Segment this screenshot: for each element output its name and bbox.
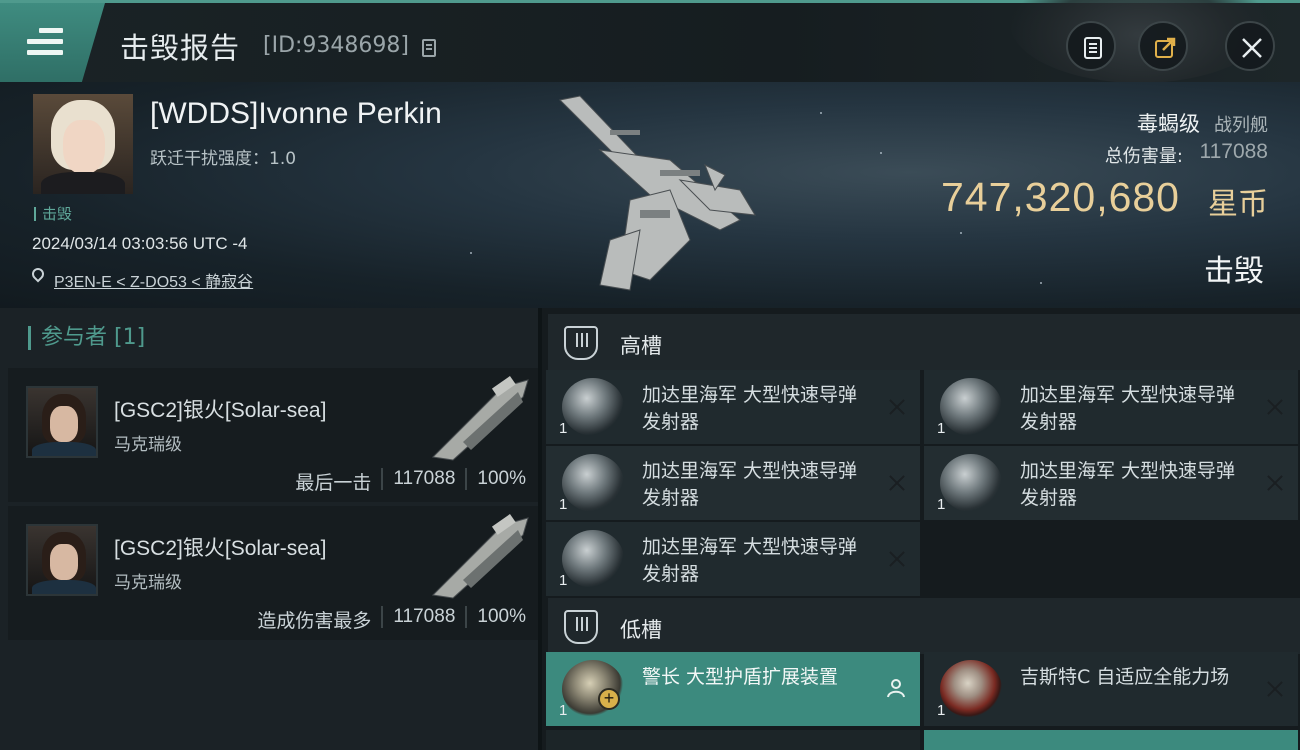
high-slot-icon — [564, 326, 598, 360]
module-item[interactable]: 1 加达里海军 大型快速导弹发射器 — [546, 370, 920, 444]
attacker-name: [GSC2]银火[Solar-sea] — [114, 399, 327, 422]
attacker-percent: 100% — [477, 468, 526, 489]
destroyed-x-icon — [888, 398, 906, 416]
plus-badge-icon: + — [598, 688, 620, 710]
victim-ship-image[interactable] — [540, 90, 780, 300]
isk-unit: 星币 — [1208, 187, 1268, 222]
attacker-ship-image — [431, 376, 529, 461]
participants-panel: 参与者 [1] [GSC2]银火[Solar-sea] 马克瑞级 最后一击 11… — [0, 308, 542, 750]
warp-disruption-strength: 跃迁干扰强度：1.0 — [150, 149, 297, 169]
module-item[interactable]: 1 加达里海军 大型快速导弹发射器 — [924, 446, 1298, 520]
attacker-ship: 马克瑞级 — [114, 573, 182, 593]
module-item[interactable]: 1 加达里海军 大型快速导弹发射器 — [924, 370, 1298, 444]
adaptive-invulnerability-field-icon — [940, 660, 1002, 718]
attacker-ship: 马克瑞级 — [114, 435, 182, 455]
attacker-stats: 造成伤害最多 117088 100% — [257, 606, 526, 633]
kill-result: 击毁 — [1204, 254, 1264, 289]
module-item[interactable]: 1 加达里海军 大型快速导弹发射器 — [546, 522, 920, 596]
high-slot-header: 高槽 — [548, 314, 1300, 370]
module-name: 加达里海军 大型快速导弹发射器 — [1020, 384, 1236, 433]
clipboard-button[interactable] — [1066, 21, 1116, 71]
share-icon — [1155, 37, 1176, 58]
attacker-ship-image — [431, 514, 529, 599]
module-quantity: 1 — [937, 702, 946, 719]
low-slot-header: 低槽 — [548, 598, 1300, 654]
location-pin-icon — [29, 265, 47, 283]
missile-launcher-icon — [940, 454, 1002, 512]
attacker-damage: 117088 — [393, 468, 456, 489]
missile-launcher-icon — [562, 454, 624, 512]
module-item-partial[interactable] — [546, 730, 920, 750]
isk-value: 747,320,680 — [940, 174, 1180, 220]
report-id: [ID:9348698] — [263, 33, 409, 58]
destroyed-x-icon — [888, 550, 906, 568]
ship-class: 毒蝎级 — [1137, 112, 1200, 136]
module-quantity: 1 — [559, 420, 568, 437]
location-link[interactable]: P3EN-E < Z-DO53 < 静寂谷 — [54, 268, 253, 292]
menu-button[interactable] — [0, 3, 105, 82]
share-button[interactable] — [1138, 21, 1188, 71]
module-item[interactable]: 1 加达里海军 大型快速导弹发射器 — [546, 446, 920, 520]
module-item[interactable]: + 1 警长 大型护盾扩展装置 — [546, 652, 920, 726]
module-item-partial[interactable] — [924, 730, 1298, 750]
ship-type: 战列舰 — [1214, 115, 1268, 136]
destroyed-x-icon — [1266, 474, 1284, 492]
participants-header: 参与者 [1] — [28, 326, 145, 350]
module-quantity: 1 — [559, 496, 568, 513]
attacker-avatar[interactable] — [26, 524, 98, 596]
module-quantity: 1 — [559, 702, 568, 719]
close-button[interactable] — [1225, 21, 1275, 71]
missile-launcher-icon — [562, 530, 624, 588]
attacker-damage: 117088 — [393, 606, 456, 627]
victim-portrait[interactable] — [33, 94, 133, 194]
attacker-name: [GSC2]银火[Solar-sea] — [114, 537, 327, 560]
destroyed-x-icon — [1266, 398, 1284, 416]
close-icon — [1242, 38, 1262, 58]
attacker-avatar[interactable] — [26, 386, 98, 458]
destroyed-x-icon — [888, 474, 906, 492]
low-slot-label: 低槽 — [620, 618, 662, 642]
attacker-role: 造成伤害最多 — [257, 611, 372, 632]
module-item[interactable]: 1 吉斯特C 自适应全能力场 — [924, 652, 1298, 726]
destroyed-x-icon — [1266, 680, 1284, 698]
victim-name[interactable]: [WDDS]Ivonne Perkin — [150, 97, 442, 131]
attacker-percent: 100% — [477, 606, 526, 627]
clipboard-icon — [1084, 37, 1102, 59]
attacker-stats: 最后一击 117088 100% — [295, 468, 526, 495]
missile-launcher-icon — [940, 378, 1002, 436]
attacker-role: 最后一击 — [295, 473, 372, 494]
attacker-row[interactable]: [GSC2]银火[Solar-sea] 马克瑞级 最后一击 117088 100… — [8, 368, 538, 502]
title-bar: 击毁报告 [ID:9348698] — [0, 0, 1300, 83]
low-slot-icon — [564, 610, 598, 644]
dropped-person-icon — [887, 679, 905, 698]
attacker-row[interactable]: [GSC2]银火[Solar-sea] 马克瑞级 造成伤害最多 117088 1… — [8, 506, 538, 640]
fitting-panel: 高槽 1 加达里海军 大型快速导弹发射器 1 加达里海军 大型快速导弹发射器 1… — [542, 308, 1300, 750]
module-name: 加达里海军 大型快速导弹发射器 — [642, 536, 858, 585]
page-title: 击毁报告 — [120, 31, 241, 65]
total-damage-label: 总伤害量: — [1104, 146, 1183, 167]
copy-icon[interactable] — [422, 39, 436, 57]
module-name: 吉斯特C 自适应全能力场 — [1020, 666, 1230, 688]
module-quantity: 1 — [559, 572, 568, 589]
high-slot-label: 高槽 — [620, 334, 662, 358]
module-quantity: 1 — [937, 496, 946, 513]
missile-launcher-icon — [562, 378, 624, 436]
module-name: 加达里海军 大型快速导弹发射器 — [642, 384, 858, 433]
victim-banner: [WDDS]Ivonne Perkin 跃迁干扰强度：1.0 击毁 2024/0… — [0, 82, 1300, 308]
module-quantity: 1 — [937, 420, 946, 437]
hamburger-icon — [27, 28, 63, 56]
module-name: 警长 大型护盾扩展装置 — [642, 666, 839, 688]
module-name: 加达里海军 大型快速导弹发射器 — [642, 460, 858, 509]
total-damage-value: 117088 — [1199, 140, 1268, 163]
module-name: 加达里海军 大型快速导弹发射器 — [1020, 460, 1236, 509]
kill-tag: 击毁 — [34, 207, 72, 222]
kill-timestamp: 2024/03/14 03:03:56 UTC -4 — [32, 234, 248, 253]
